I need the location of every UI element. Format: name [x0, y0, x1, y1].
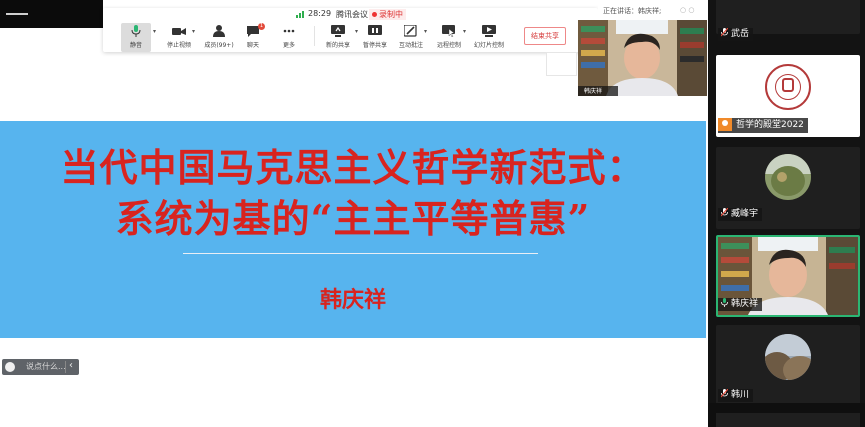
participant-name: 臧峰宇: [731, 209, 759, 219]
speaker-panel-options-icon[interactable]: ○ ○: [680, 6, 694, 14]
speaker-video-thumbnail[interactable]: [578, 20, 707, 96]
remote-control-icon: [442, 25, 455, 37]
recording-dot-icon: [372, 12, 377, 17]
slide-title-line-1: 当代中国马克思主义哲学新范式：: [60, 145, 646, 190]
mute-button[interactable]: 静音: [121, 23, 151, 52]
chat-badge: 1: [258, 23, 265, 30]
organization-icon: [718, 118, 732, 131]
participant-name-tag: 韩川: [718, 389, 754, 402]
slideshow-button[interactable]: 幻灯片控制: [469, 23, 509, 52]
participant-name-tag: 哲学的殿堂2022: [718, 118, 808, 133]
participant-name-tag: 韩庆祥: [718, 298, 763, 311]
participant-tile[interactable]: [716, 413, 860, 427]
meeting-timer: 28:29: [308, 9, 332, 18]
mic-icon: [131, 25, 141, 37]
more-label: 更多: [282, 42, 295, 49]
meeting-window: 当代中国马克思主义哲学新范式： 系统为基的“主主平等普惠” 韩庆祥 说点什么..…: [0, 0, 865, 427]
video-caret-icon[interactable]: ▾: [192, 28, 195, 35]
mute-caret-icon[interactable]: ▾: [153, 28, 156, 35]
chat-input-placeholder: 说点什么...: [26, 362, 66, 371]
annotate-caret-icon[interactable]: ▾: [424, 28, 427, 35]
hidden-panel-frame: [546, 52, 577, 76]
slide-divider: [183, 253, 538, 254]
remote-caret-icon[interactable]: ▾: [463, 28, 466, 35]
new-share-icon: [331, 25, 345, 37]
speaking-indicator: 正在讲话：韩庆祥;: [603, 7, 662, 15]
signal-icon: [296, 11, 304, 18]
mic-muted-icon: [721, 389, 728, 398]
minimize-icon[interactable]: [6, 13, 28, 15]
mic-active-icon: [721, 298, 728, 307]
chevron-left-icon[interactable]: ‹: [69, 360, 73, 371]
participant-logo-seal: [765, 64, 811, 110]
mute-label: 静音: [129, 42, 142, 49]
mic-muted-icon: [721, 28, 728, 37]
participant-name: 韩庆祥: [731, 299, 759, 309]
participant-name: 武岳: [731, 29, 750, 39]
slide-title-line-2: 系统为基的“主主平等普惠”: [115, 196, 591, 241]
participant-name: 韩川: [731, 390, 750, 400]
participant-name-tag: 臧峰宇: [718, 208, 763, 221]
pause-share-icon: [368, 25, 382, 35]
participant-name-tag: 武岳: [718, 28, 754, 41]
annotate-icon: [404, 25, 417, 37]
recording-label: 录制中: [379, 10, 403, 19]
meeting-toolbar: 28:29 腾讯会议 录制中 静音 ▾ 停止视频 ▾ 成员(99+) 1 聊天 …: [103, 8, 598, 52]
mic-muted-icon: [721, 208, 728, 217]
video-icon: [172, 28, 186, 35]
top-left-bar: [0, 0, 103, 28]
app-name: 腾讯会议: [336, 10, 368, 19]
members-icon: [213, 25, 225, 37]
recording-badge[interactable]: 录制中: [369, 9, 406, 20]
more-button[interactable]: 更多: [269, 23, 309, 52]
speaker-thumb-name: 韩庆祥: [584, 88, 603, 95]
toolbar-status-row: 28:29 腾讯会议 录制中: [103, 8, 598, 21]
chat-input[interactable]: 说点什么... ‹: [2, 359, 79, 375]
slide-author: 韩庆祥: [319, 287, 386, 313]
more-icon: [283, 29, 295, 33]
end-share-button[interactable]: 结束共享: [524, 27, 566, 45]
emoji-icon[interactable]: [5, 362, 15, 372]
participant-avatar: [765, 334, 811, 380]
participant-avatar: [765, 154, 811, 200]
chat-input-divider: [65, 361, 66, 373]
slideshow-icon: [482, 25, 496, 37]
participant-name: 哲学的殿堂2022: [736, 120, 804, 130]
slideshow-label: 幻灯片控制: [473, 42, 504, 49]
